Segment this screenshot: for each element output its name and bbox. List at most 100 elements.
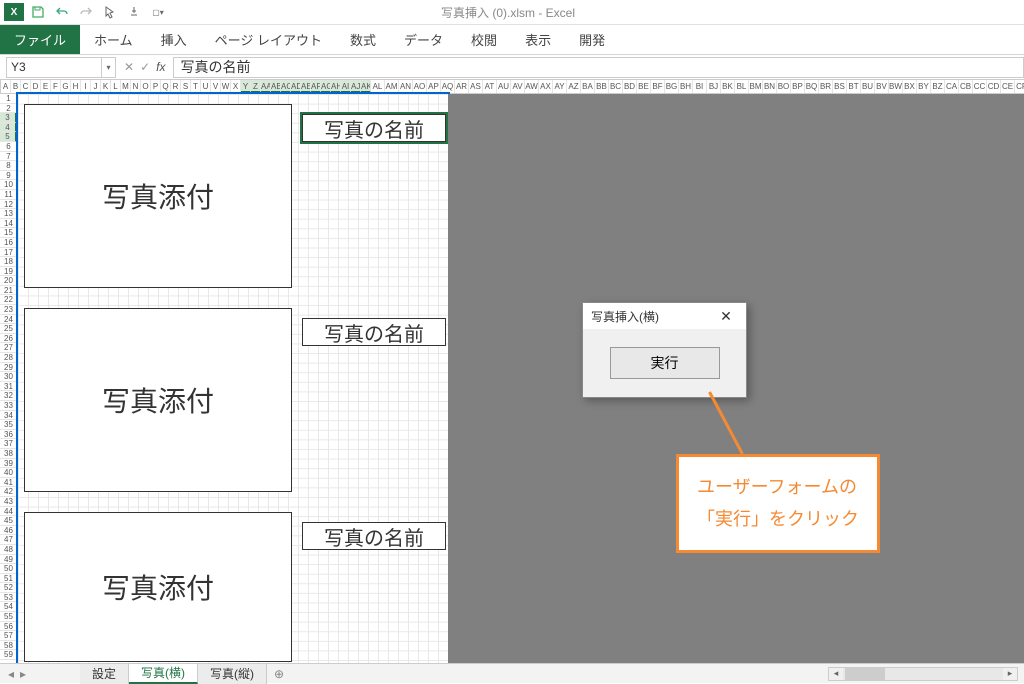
row-header[interactable]: 21 <box>0 286 17 296</box>
row-header[interactable]: 25 <box>0 324 17 334</box>
col-header[interactable]: BK <box>721 80 735 93</box>
col-header[interactable]: AQ <box>441 80 455 93</box>
row-header[interactable]: 59 <box>0 650 17 660</box>
row-header[interactable]: 31 <box>0 382 17 392</box>
col-header[interactable]: BM <box>749 80 763 93</box>
row-header[interactable]: 58 <box>0 641 17 651</box>
redo-icon[interactable] <box>76 2 96 22</box>
col-header[interactable]: BV <box>875 80 889 93</box>
row-header[interactable]: 19 <box>0 267 17 277</box>
scroll-thumb[interactable] <box>845 668 885 680</box>
col-header[interactable]: H <box>71 80 81 93</box>
row-header[interactable]: 3 <box>0 113 17 123</box>
col-header[interactable]: AW <box>525 80 539 93</box>
close-icon[interactable]: ✕ <box>714 308 738 325</box>
row-header[interactable]: 26 <box>0 334 17 344</box>
col-header[interactable]: AH <box>331 80 341 93</box>
col-header[interactable]: BW <box>889 80 903 93</box>
col-header[interactable]: M <box>121 80 131 93</box>
col-header[interactable]: BB <box>595 80 609 93</box>
name-box-dropdown-icon[interactable]: ▾ <box>102 57 116 78</box>
undo-icon[interactable] <box>52 2 72 22</box>
tab-home[interactable]: ホーム <box>80 25 147 54</box>
tab-formulas[interactable]: 数式 <box>336 25 390 54</box>
col-header[interactable]: Y <box>241 80 251 93</box>
tab-file[interactable]: ファイル <box>0 25 80 54</box>
row-header[interactable]: 37 <box>0 439 17 449</box>
sheet-tab-photo-v[interactable]: 写真(縦) <box>198 664 267 684</box>
col-header[interactable]: U <box>201 80 211 93</box>
row-header[interactable]: 6 <box>0 142 17 152</box>
col-header[interactable]: AA <box>261 80 271 93</box>
row-header[interactable]: 5 <box>0 132 17 142</box>
col-header[interactable]: AS <box>469 80 483 93</box>
row-header[interactable]: 22 <box>0 295 17 305</box>
row-header[interactable]: 46 <box>0 526 17 536</box>
row-header[interactable]: 40 <box>0 468 17 478</box>
row-header[interactable]: 24 <box>0 315 17 325</box>
row-header[interactable]: 23 <box>0 305 17 315</box>
col-header[interactable]: BE <box>637 80 651 93</box>
col-header[interactable]: BJ <box>707 80 721 93</box>
row-header[interactable]: 9 <box>0 171 17 181</box>
row-header[interactable]: 13 <box>0 209 17 219</box>
tab-view[interactable]: 表示 <box>511 25 565 54</box>
col-header[interactable]: J <box>91 80 101 93</box>
row-header[interactable]: 48 <box>0 545 17 555</box>
row-header[interactable]: 7 <box>0 152 17 162</box>
userform-dialog[interactable]: 写真挿入(横) ✕ 実行 <box>582 302 747 398</box>
row-header[interactable]: 49 <box>0 555 17 565</box>
save-icon[interactable] <box>28 2 48 22</box>
row-header[interactable]: 15 <box>0 228 17 238</box>
row-header[interactable]: 43 <box>0 497 17 507</box>
col-header[interactable]: BC <box>609 80 623 93</box>
col-header[interactable]: L <box>111 80 121 93</box>
col-header[interactable]: AR <box>455 80 469 93</box>
col-header[interactable]: P <box>151 80 161 93</box>
col-header[interactable]: V <box>211 80 221 93</box>
col-header[interactable]: Q <box>161 80 171 93</box>
col-header[interactable]: AC <box>281 80 291 93</box>
col-header[interactable]: BX <box>903 80 917 93</box>
col-header[interactable]: AK <box>361 80 371 93</box>
tab-nav-prev-icon[interactable]: ◂ <box>8 667 14 681</box>
caption-box-3[interactable]: 写真の名前 <box>302 522 446 550</box>
col-header[interactable]: CD <box>987 80 1001 93</box>
tab-review[interactable]: 校閲 <box>457 25 511 54</box>
tab-page-layout[interactable]: ページ レイアウト <box>201 25 336 54</box>
col-header[interactable]: Z <box>251 80 261 93</box>
sheet-tab-photo-h[interactable]: 写真(横) <box>129 664 198 684</box>
row-header[interactable]: 29 <box>0 363 17 373</box>
col-header[interactable]: BR <box>819 80 833 93</box>
row-header[interactable]: 47 <box>0 535 17 545</box>
col-header[interactable]: B <box>11 80 21 93</box>
execute-button[interactable]: 実行 <box>610 347 720 379</box>
tab-nav-next-icon[interactable]: ▸ <box>20 667 26 681</box>
add-sheet-icon[interactable]: ⊕ <box>267 667 291 681</box>
row-header[interactable]: 55 <box>0 612 17 622</box>
col-header[interactable]: I <box>81 80 91 93</box>
col-header[interactable]: BI <box>693 80 707 93</box>
col-header[interactable]: CB <box>959 80 973 93</box>
row-header[interactable]: 39 <box>0 459 17 469</box>
col-header[interactable]: BQ <box>805 80 819 93</box>
tab-nav-arrows[interactable]: ◂ ▸ <box>0 667 80 681</box>
col-header[interactable]: BY <box>917 80 931 93</box>
col-header[interactable]: BS <box>833 80 847 93</box>
scroll-left-icon[interactable]: ◂ <box>829 668 843 680</box>
col-header[interactable]: BF <box>651 80 665 93</box>
accept-formula-icon[interactable]: ✓ <box>140 60 150 74</box>
row-header[interactable]: 8 <box>0 161 17 171</box>
col-header[interactable]: AP <box>427 80 441 93</box>
col-header[interactable]: F <box>51 80 61 93</box>
col-header[interactable]: G <box>61 80 71 93</box>
sheet-tab-settings[interactable]: 設定 <box>80 664 129 684</box>
row-header[interactable]: 33 <box>0 401 17 411</box>
row-header[interactable]: 27 <box>0 343 17 353</box>
row-header[interactable]: 50 <box>0 564 17 574</box>
row-header[interactable]: 35 <box>0 420 17 430</box>
row-header[interactable]: 57 <box>0 631 17 641</box>
col-header[interactable]: C <box>21 80 31 93</box>
cancel-formula-icon[interactable]: ✕ <box>124 60 134 74</box>
row-header[interactable]: 4 <box>0 123 17 133</box>
